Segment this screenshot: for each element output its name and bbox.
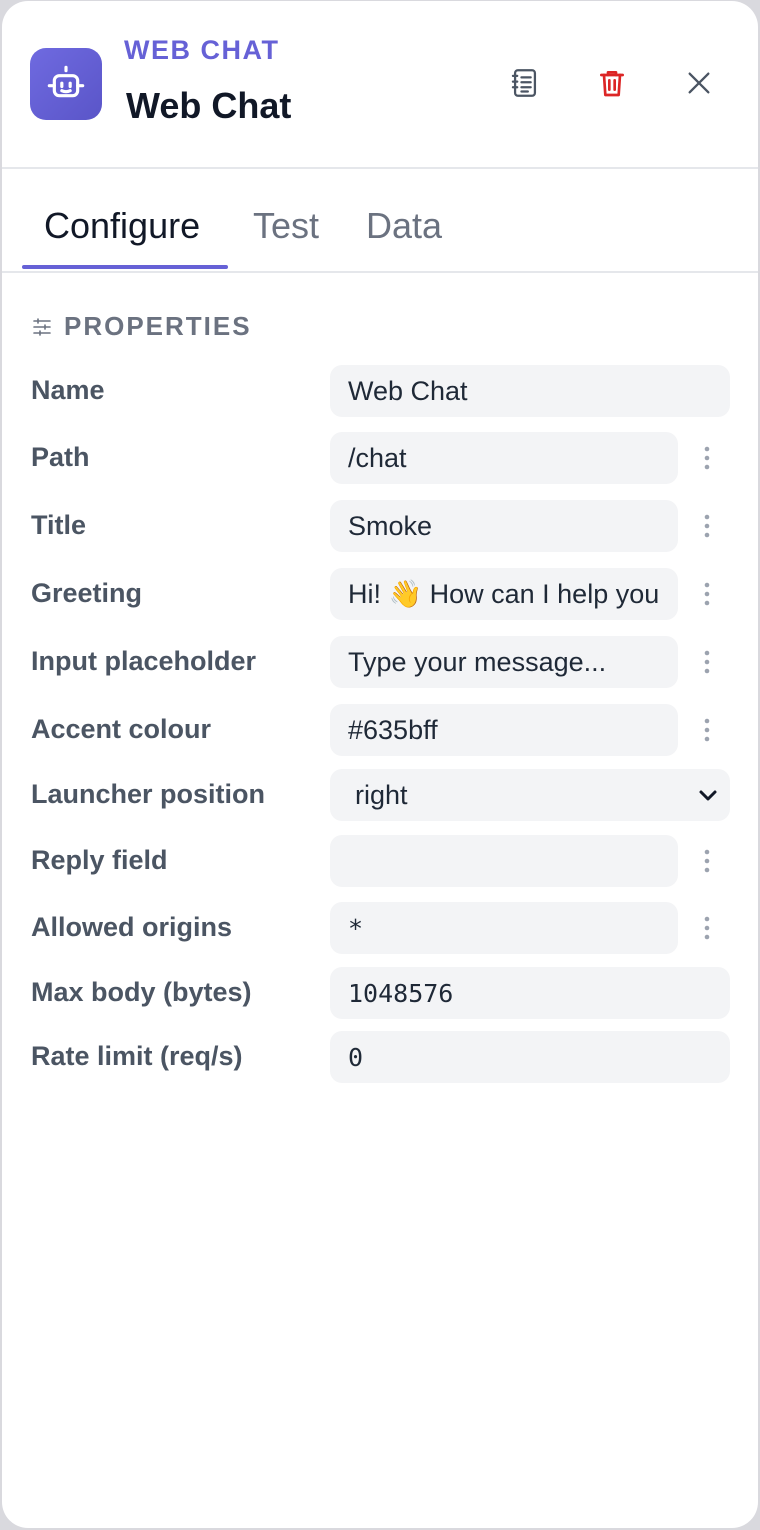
reply-field-input[interactable] — [330, 835, 678, 887]
field-label: Allowed origins — [31, 912, 233, 942]
title-input[interactable] — [330, 500, 678, 552]
kebab-icon — [704, 849, 710, 873]
node-kind-label: WEB CHAT — [124, 35, 280, 65]
greeting-input[interactable] — [330, 568, 678, 620]
kebab-icon — [704, 916, 710, 940]
accent-colour-input[interactable] — [330, 704, 678, 756]
field-label: Reply field — [31, 845, 168, 875]
field-row-input-placeholder: Input placeholder — [2, 636, 758, 688]
field-options-button[interactable] — [692, 912, 722, 944]
field-label: Max body (bytes) — [31, 977, 252, 1007]
sliders-icon — [33, 317, 51, 336]
name-input[interactable] — [330, 365, 730, 417]
field-label: Path — [31, 442, 90, 472]
section-title: PROPERTIES — [64, 311, 252, 341]
kebab-icon — [704, 582, 710, 606]
field-row-rate-limit: Rate limit (req/s) — [2, 1031, 758, 1083]
field-options-button[interactable] — [692, 646, 722, 678]
rate-limit-input[interactable] — [330, 1031, 730, 1083]
select-value: right — [355, 779, 408, 810]
field-row-name: Name — [2, 365, 758, 417]
field-options-button[interactable] — [692, 510, 722, 542]
path-input[interactable] — [330, 432, 678, 484]
close-button[interactable] — [673, 57, 725, 109]
field-label: Name — [31, 375, 105, 405]
tab-bar: Configure Test Data — [2, 169, 758, 273]
close-icon — [688, 72, 710, 94]
properties-section-header: PROPERTIES — [32, 311, 252, 342]
node-config-panel: WEB CHAT Web Chat Configure Test Data PR… — [2, 1, 758, 1528]
field-row-launcher-position: Launcher position right — [2, 769, 758, 821]
field-label: Launcher position — [31, 779, 266, 809]
field-options-button[interactable] — [692, 845, 722, 877]
trash-icon — [600, 71, 624, 97]
launcher-position-select[interactable]: right — [330, 769, 730, 821]
input-placeholder-input[interactable] — [330, 636, 678, 688]
robot-icon — [47, 65, 85, 98]
kebab-icon — [704, 718, 710, 742]
tab-test[interactable]: Test — [253, 205, 319, 247]
notebook-icon — [511, 69, 537, 97]
kebab-icon — [704, 446, 710, 470]
node-title: Web Chat — [126, 85, 292, 126]
max-body-input[interactable] — [330, 967, 730, 1019]
active-tab-indicator — [22, 265, 228, 269]
field-row-accent-colour: Accent colour — [2, 704, 758, 756]
field-label: Accent colour — [31, 714, 212, 744]
field-row-greeting: Greeting — [2, 568, 758, 620]
field-row-allowed-origins: Allowed origins — [2, 902, 758, 954]
docs-button[interactable] — [499, 57, 551, 109]
panel-header: WEB CHAT Web Chat — [2, 1, 758, 169]
field-label: Rate limit (req/s) — [31, 1041, 243, 1071]
kebab-icon — [704, 514, 710, 538]
field-row-reply-field: Reply field — [2, 835, 758, 887]
field-label: Title — [31, 510, 87, 540]
field-options-button[interactable] — [692, 442, 722, 474]
tab-configure[interactable]: Configure — [44, 205, 200, 247]
field-row-path: Path — [2, 432, 758, 484]
field-row-max-body: Max body (bytes) — [2, 967, 758, 1019]
chevron-down-icon — [699, 790, 717, 801]
tab-data[interactable]: Data — [366, 205, 442, 247]
field-options-button[interactable] — [692, 578, 722, 610]
field-label: Greeting — [31, 578, 143, 608]
allowed-origins-input[interactable] — [330, 902, 678, 954]
field-row-title: Title — [2, 500, 758, 552]
field-options-button[interactable] — [692, 714, 722, 746]
app-icon-tile — [30, 48, 102, 120]
delete-button[interactable] — [586, 57, 638, 109]
field-label: Input placeholder — [31, 646, 257, 676]
kebab-icon — [704, 650, 710, 674]
